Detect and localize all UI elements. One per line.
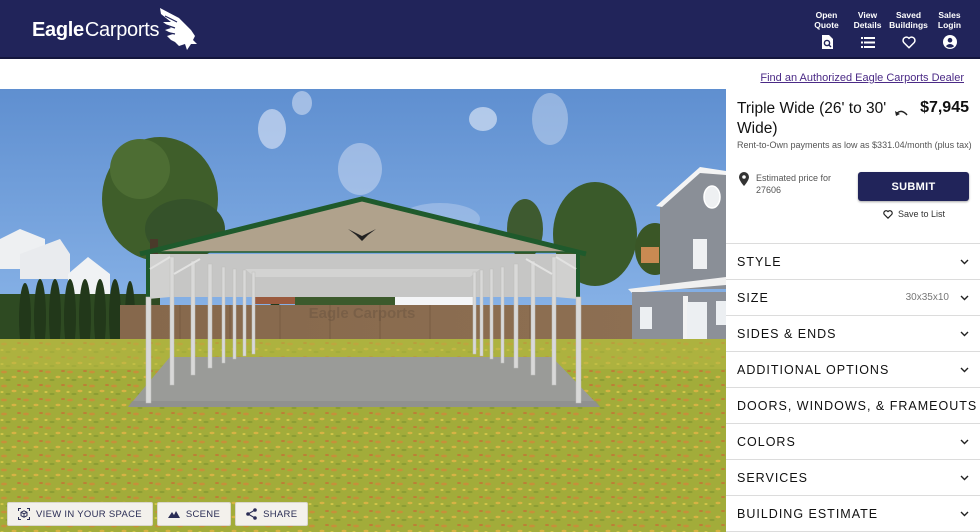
chevron-down-icon [959, 475, 969, 481]
accordion-additional-options-label: ADDITIONAL OPTIONS [737, 362, 890, 377]
chevron-down-icon [959, 295, 969, 301]
ar-cube-icon [18, 508, 30, 520]
top-navigation-bar: Eagle Carports Open Quote View Details S… [0, 0, 980, 59]
eagle-logo-icon [160, 8, 198, 50]
find-dealer-link[interactable]: Find an Authorized Eagle Carports Dealer [760, 72, 964, 84]
cloud [258, 109, 286, 149]
cloud [532, 93, 568, 145]
nav-saved-buildings-line2: Buildings [889, 20, 928, 30]
configurator-panel: Triple Wide (26' to 30' Wide) $7,945 Ren… [726, 89, 980, 532]
chevron-down-icon [959, 259, 969, 265]
header-nav: Open Quote View Details Saved Buildings … [810, 10, 966, 49]
rent-to-own-text: Rent-to-Own payments as low as $331.04/m… [737, 140, 972, 150]
accordion-colors[interactable]: COLORS [726, 424, 980, 460]
product-title: Triple Wide (26' to 30' Wide) [737, 100, 887, 137]
nav-saved-buildings-line1: Saved [895, 10, 922, 20]
logo-word-carports: Carports [84, 18, 160, 41]
chevron-down-icon [959, 367, 969, 373]
nav-sales-login-line2: Login [937, 20, 962, 30]
nav-view-details[interactable]: View Details [851, 10, 884, 49]
accordion-building-estimate-label: BUILDING ESTIMATE [737, 506, 879, 521]
accordion-style-label: STYLE [737, 254, 782, 269]
share-label: SHARE [263, 508, 298, 520]
concrete-slab [128, 357, 600, 407]
accordion-style[interactable]: STYLE [726, 244, 980, 280]
view-in-your-space-button[interactable]: VIEW IN YOUR SPACE [7, 502, 153, 526]
cloud [469, 107, 497, 131]
tree [110, 139, 170, 199]
view-in-your-space-label: VIEW IN YOUR SPACE [36, 508, 142, 520]
scene-toolbar: VIEW IN YOUR SPACE SCENE SHARE [7, 502, 309, 526]
chevron-down-icon [959, 439, 969, 445]
nav-open-quote-line1: Open [815, 10, 838, 20]
nav-open-quote[interactable]: Open Quote [810, 10, 843, 49]
nav-view-details-line1: View [857, 10, 878, 20]
chevron-down-icon [959, 331, 969, 337]
save-to-list-label: Save to List [898, 209, 946, 219]
save-to-list-button[interactable]: Save to List [883, 209, 945, 219]
share-button[interactable]: SHARE [235, 502, 309, 526]
share-icon [246, 508, 257, 520]
nav-open-quote-line2: Quote [814, 20, 839, 30]
chevron-down-icon [959, 511, 969, 517]
accordion-sides-ends-label: SIDES & ENDS [737, 326, 837, 341]
accordion-doors-windows-frameouts[interactable]: DOORS, WINDOWS, & FRAMEOUTS [726, 388, 980, 424]
building-3d-viewer[interactable]: Eagle Carports VIEW IN YOUR SPACE SCENE … [0, 89, 726, 532]
accordion-size-value: 30x35x10 [905, 292, 949, 303]
nav-saved-buildings[interactable]: Saved Buildings [889, 10, 928, 49]
eagle-carports-logo[interactable]: Eagle Carports [32, 8, 199, 52]
quote-search-icon [820, 35, 834, 49]
accordion-colors-label: COLORS [737, 434, 796, 449]
scene-button[interactable]: SCENE [156, 502, 232, 526]
accordion-size[interactable]: SIZE 30x35x10 [726, 280, 980, 316]
accordion-doors-windows-frameouts-label: DOORS, WINDOWS, & FRAMEOUTS [737, 398, 978, 413]
accordion-services[interactable]: SERVICES [726, 460, 980, 496]
mountain-icon [167, 511, 180, 518]
accordion-services-label: SERVICES [737, 470, 808, 485]
nav-sales-login-line1: Sales [938, 10, 961, 20]
product-price: $7,945 [920, 99, 969, 116]
heart-icon [901, 35, 916, 49]
heart-outline-icon [883, 209, 893, 219]
accordion-additional-options[interactable]: ADDITIONAL OPTIONS [726, 352, 980, 388]
nav-sales-login[interactable]: Sales Login [933, 10, 966, 49]
accordion-building-estimate[interactable]: BUILDING ESTIMATE [726, 496, 980, 532]
location-pin-icon [739, 172, 749, 186]
accordion-size-label: SIZE [737, 290, 769, 305]
cloud [292, 91, 312, 115]
estimated-price-label: Estimated price for 27606 [756, 173, 832, 195]
nav-view-details-line2: Details [853, 20, 882, 30]
submit-button[interactable]: SUBMIT [858, 172, 969, 201]
list-icon [860, 35, 875, 49]
cloud [338, 143, 382, 195]
scene-render: Eagle Carports [0, 89, 726, 532]
options-accordion: STYLE SIZE 30x35x10 SIDES & ENDS ADDITIO… [726, 243, 980, 532]
estimated-location: Estimated price for 27606 [739, 172, 846, 196]
accordion-sides-ends[interactable]: SIDES & ENDS [726, 316, 980, 352]
undo-icon[interactable] [894, 109, 908, 119]
scene-watermark: Eagle Carports [309, 305, 416, 322]
account-icon [942, 35, 957, 49]
logo-word-eagle: Eagle [32, 18, 84, 41]
scene-label: SCENE [185, 508, 221, 520]
